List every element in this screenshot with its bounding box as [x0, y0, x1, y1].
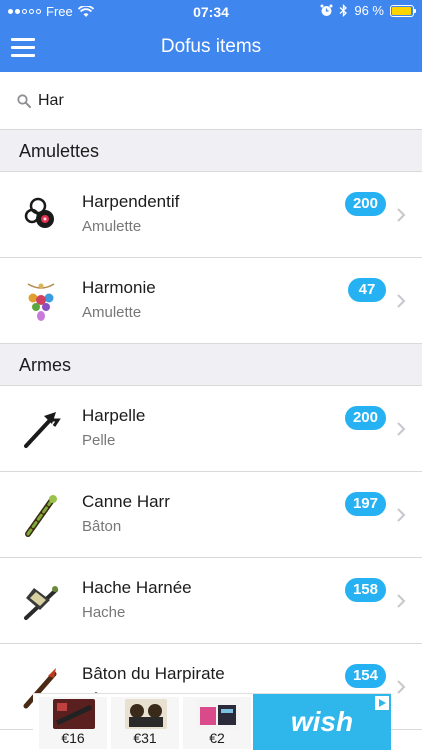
item-type: Bâton: [82, 518, 122, 535]
item-name: Canne Harr: [82, 492, 170, 511]
ad-choices-icon[interactable]: [375, 696, 389, 710]
search-icon: [17, 94, 31, 108]
chevron-right-icon: [397, 680, 406, 694]
search-input[interactable]: [38, 89, 398, 113]
amulet-icon: [24, 197, 54, 228]
item-name: Harmonie: [82, 278, 156, 297]
list-item[interactable]: Harpendentif Amulette 200: [0, 172, 422, 258]
product-thumbnail-icon: [125, 699, 167, 729]
status-right: 96 %: [320, 3, 416, 18]
app-header: Free 07:34 96 % Dofus items: [0, 0, 422, 72]
list-item[interactable]: Harpelle Pelle 200: [0, 386, 422, 472]
item-name: Bâton du Harpirate: [82, 664, 225, 683]
battery-percent: 96 %: [354, 3, 384, 18]
alarm-clock-icon: [320, 4, 333, 16]
level-badge: 200: [344, 192, 386, 216]
list-item[interactable]: Hache Harnée Hache 158: [0, 558, 422, 644]
shovel-icon: [24, 412, 61, 448]
product-thumbnail-icon: [53, 699, 95, 729]
section-header-amulettes: Amulettes: [0, 130, 422, 172]
list-item[interactable]: Harmonie Amulette 47: [0, 258, 422, 344]
item-type: Amulette: [82, 218, 142, 235]
item-name: Harpelle: [82, 406, 146, 425]
nav-bar: Dofus items: [0, 24, 422, 72]
battery-icon: [390, 4, 416, 17]
axe-icon: [24, 586, 58, 620]
level-badge: 200: [344, 406, 386, 430]
product-thumbnail-icon: [197, 699, 239, 729]
amulet-icon: [27, 283, 55, 321]
staff-icon: [25, 495, 57, 537]
items-list: Amulettes Harpendentif Amulette 200 Harm…: [0, 130, 422, 730]
ad-price: €2: [209, 730, 225, 746]
level-badge: 154: [344, 664, 386, 688]
ad-price: €16: [61, 730, 85, 746]
chevron-right-icon: [397, 594, 406, 608]
ad-price: €31: [133, 730, 157, 746]
level-badge: 158: [344, 578, 386, 602]
list-item[interactable]: Canne Harr Bâton 197: [0, 472, 422, 558]
chevron-right-icon: [397, 208, 406, 222]
item-type: Hache: [82, 604, 126, 621]
item-name: Harpendentif: [82, 192, 180, 211]
chevron-right-icon: [397, 508, 406, 522]
chevron-right-icon: [397, 422, 406, 436]
chevron-right-icon: [397, 294, 406, 308]
ad-product[interactable]: €31: [111, 697, 179, 749]
search-bar: [0, 72, 422, 130]
item-name: Hache Harnée: [82, 578, 192, 597]
status-bar: Free 07:34 96 %: [0, 0, 422, 24]
item-type: Amulette: [82, 304, 142, 321]
page-title: Dofus items: [160, 36, 262, 57]
item-type: Pelle: [82, 432, 116, 449]
level-badge: 47: [348, 278, 386, 302]
bluetooth-icon: [339, 4, 348, 17]
ad-brand-panel[interactable]: wish: [253, 694, 391, 750]
wish-logo: wish: [290, 706, 354, 737]
section-header-armes: Armes: [0, 344, 422, 386]
ad-banner[interactable]: €16 €31 €2 wish: [33, 693, 391, 750]
ad-product[interactable]: €2: [183, 697, 251, 749]
level-badge: 197: [344, 492, 386, 516]
ad-product[interactable]: €16: [39, 697, 107, 749]
